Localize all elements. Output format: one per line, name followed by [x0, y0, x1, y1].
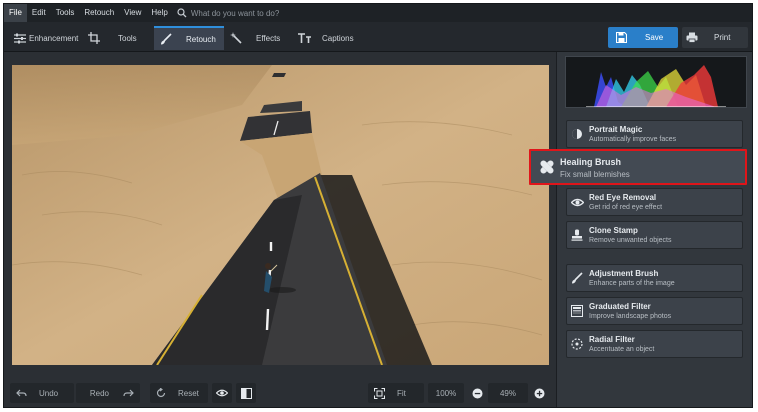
eye-icon: [216, 389, 228, 397]
search-box[interactable]: What do you want to do?: [177, 8, 280, 18]
undo-icon: [16, 389, 27, 396]
compare-icon: [240, 387, 252, 399]
floppy-disk-icon: [616, 32, 627, 43]
menu-bar: File Edit Tools Retouch View Help What d…: [4, 4, 752, 22]
redo-label: Redo: [89, 388, 109, 398]
save-label: Save: [645, 33, 664, 42]
tab-captions-label: Captions: [322, 33, 354, 43]
menu-tools[interactable]: Tools: [51, 4, 80, 22]
tab-enhancement[interactable]: Enhancement: [12, 26, 80, 50]
preview-button[interactable]: [212, 383, 232, 403]
reset-label: Reset: [178, 388, 199, 398]
tool-adjustment-brush-title: Adjustment Brush: [589, 269, 659, 278]
fit-screen-icon: [374, 387, 385, 399]
undo-label: Undo: [39, 388, 59, 398]
zoom-in-button[interactable]: [532, 383, 546, 403]
image-canvas[interactable]: [4, 52, 554, 374]
save-button[interactable]: Save: [608, 27, 678, 48]
tool-red-eye-removal-title: Red Eye Removal: [589, 193, 657, 202]
tool-radial-filter-title: Radial Filter: [589, 335, 635, 344]
tab-tools[interactable]: Tools: [86, 26, 150, 50]
tool-adjustment-brush[interactable]: Adjustment Brush Enhance parts of the im…: [566, 264, 743, 292]
search-icon: [177, 8, 187, 18]
right-panel: Portrait Magic Automatically improve fac…: [529, 52, 752, 407]
fit-label: Fit: [397, 388, 406, 398]
text-icon: [298, 32, 311, 43]
compare-button[interactable]: [236, 383, 256, 403]
reset-button[interactable]: Reset: [150, 383, 208, 403]
tab-effects[interactable]: Effects: [228, 26, 292, 50]
tool-clone-stamp-subtitle: Remove unwanted objects: [589, 237, 672, 244]
tool-radial-filter-subtitle: Accentuate an object: [589, 346, 655, 353]
zoom-out-button[interactable]: [470, 383, 484, 403]
fit-button[interactable]: Fit: [368, 383, 424, 403]
zoom-level-label: 49%: [499, 388, 516, 398]
tool-healing-brush-subtitle: Fix small blemishes: [560, 170, 630, 179]
gradient-icon: [571, 305, 583, 317]
tool-graduated-filter[interactable]: Graduated Filter Improve landscape photo…: [566, 297, 743, 325]
menu-view[interactable]: View: [119, 4, 146, 22]
undo-button[interactable]: Undo: [10, 383, 74, 403]
plus-circle-icon: [534, 388, 544, 398]
eye-icon: [570, 198, 584, 206]
bandage-icon: [540, 160, 554, 174]
redo-icon: [123, 389, 134, 396]
tool-graduated-filter-subtitle: Improve landscape photos: [589, 313, 672, 320]
radial-icon: [571, 338, 583, 350]
zoom-level[interactable]: 49%: [488, 383, 528, 403]
menu-help[interactable]: Help: [146, 4, 172, 22]
tab-enhancement-label: Enhancement: [29, 33, 79, 43]
tool-portrait-magic[interactable]: Portrait Magic Automatically improve fac…: [566, 120, 743, 148]
tool-healing-brush[interactable]: Healing Brush Fix small blemishes: [529, 149, 747, 185]
zoom-100-label: 100%: [435, 388, 457, 398]
tab-tools-label: Tools: [118, 33, 137, 43]
redo-button[interactable]: Redo: [76, 383, 140, 403]
tool-graduated-filter-title: Graduated Filter: [589, 302, 651, 311]
menu-file[interactable]: File: [4, 4, 27, 22]
reset-icon: [156, 388, 166, 398]
tool-red-eye-removal-subtitle: Get rid of red eye effect: [589, 204, 663, 211]
tab-retouch[interactable]: Retouch: [154, 26, 224, 50]
sliders-icon: [14, 33, 26, 43]
print-label: Print: [714, 33, 731, 42]
bottom-bar: Undo Redo Reset Fit 100% 49%: [4, 377, 554, 407]
menu-retouch[interactable]: Retouch: [79, 4, 119, 22]
minus-circle-icon: [472, 388, 482, 398]
tool-portrait-magic-subtitle: Automatically improve faces: [589, 136, 677, 143]
search-placeholder: What do you want to do?: [190, 8, 280, 18]
tool-clone-stamp[interactable]: Clone Stamp Remove unwanted objects: [566, 221, 743, 249]
photo-desert-road[interactable]: [12, 65, 549, 365]
brush-icon: [161, 33, 172, 45]
print-button[interactable]: Print: [682, 27, 748, 48]
main-toolbar: Enhancement Tools Retouch Effects Captio…: [4, 22, 752, 52]
tab-retouch-label: Retouch: [186, 34, 216, 44]
zoom-100-button[interactable]: 100%: [428, 383, 464, 403]
tab-captions[interactable]: Captions: [296, 26, 362, 50]
magic-wand-icon: [230, 32, 242, 44]
tool-portrait-magic-title: Portrait Magic: [589, 125, 643, 134]
stamp-icon: [571, 229, 583, 241]
tool-healing-brush-title: Healing Brush: [560, 157, 622, 167]
tool-adjustment-brush-subtitle: Enhance parts of the image: [589, 280, 675, 287]
menu-edit[interactable]: Edit: [27, 4, 51, 22]
printer-icon: [686, 32, 698, 43]
tool-clone-stamp-title: Clone Stamp: [589, 226, 638, 235]
face-icon: [572, 129, 582, 139]
app-window: File Edit Tools Retouch View Help What d…: [3, 3, 753, 408]
histogram: [565, 56, 747, 108]
tool-red-eye-removal[interactable]: Red Eye Removal Get rid of red eye effec…: [566, 188, 743, 216]
tool-radial-filter[interactable]: Radial Filter Accentuate an object: [566, 330, 743, 358]
crop-icon: [88, 32, 100, 44]
brush-icon: [572, 272, 583, 284]
tab-effects-label: Effects: [256, 33, 281, 43]
